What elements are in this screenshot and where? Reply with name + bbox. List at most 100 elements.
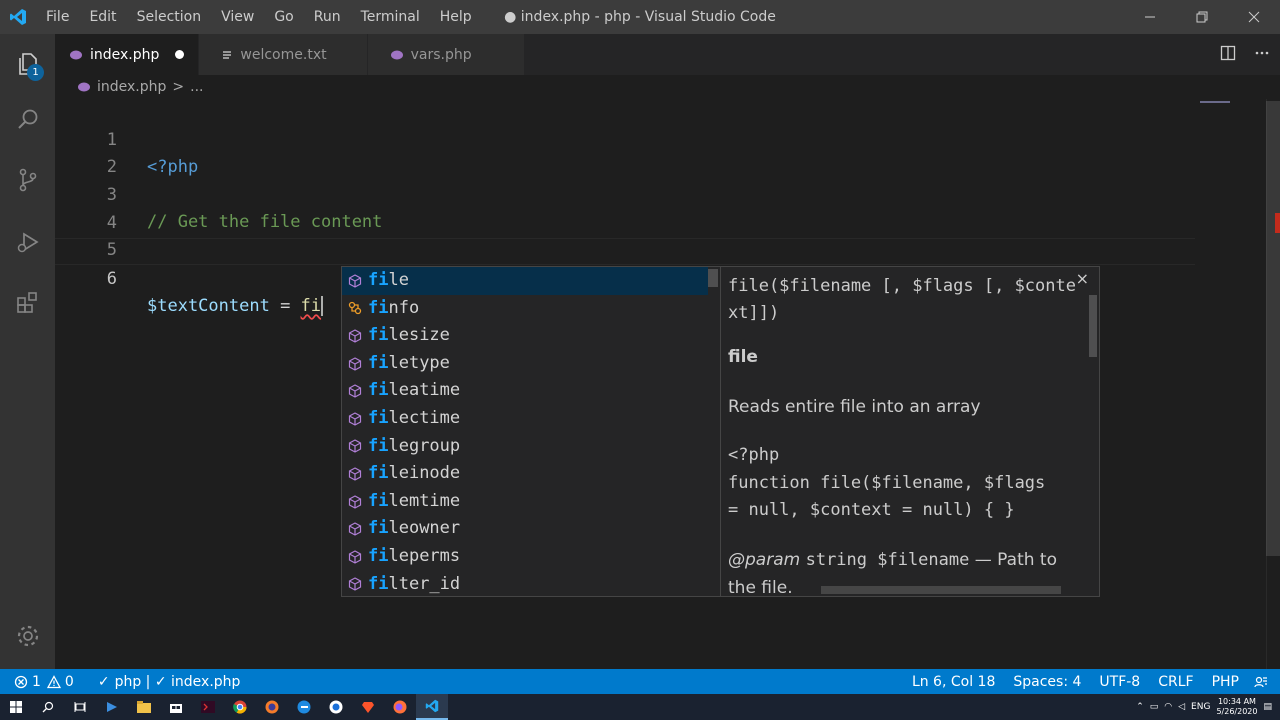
task-view-button[interactable] xyxy=(64,694,96,720)
taskbar-edge[interactable] xyxy=(288,694,320,720)
extensions-button[interactable] xyxy=(0,274,55,330)
input-language[interactable]: ENG xyxy=(1191,702,1210,712)
vscode-logo-icon xyxy=(0,0,36,34)
suggestion-item[interactable]: fileowner xyxy=(342,515,708,543)
suggestion-item[interactable]: filesize xyxy=(342,322,708,350)
search-button[interactable] xyxy=(0,92,55,148)
split-editor-button[interactable] xyxy=(1220,45,1236,65)
function-stub: <?php function file($filename, $flags = nu… xyxy=(728,442,1088,525)
suggestion-item[interactable]: filemtime xyxy=(342,488,708,516)
stub-line: <?php xyxy=(728,445,780,465)
feedback-button[interactable] xyxy=(1248,669,1280,694)
editor-scrollbar[interactable] xyxy=(1266,99,1280,669)
menu-file[interactable]: File xyxy=(36,0,79,34)
suggestion-item[interactable]: filter_id xyxy=(342,571,708,599)
menu-terminal[interactable]: Terminal xyxy=(351,0,430,34)
menu-edit[interactable]: Edit xyxy=(79,0,126,34)
scrollbar-thumb[interactable] xyxy=(1266,101,1280,556)
suggestion-item[interactable]: fileperms xyxy=(342,543,708,571)
code-line: 2 xyxy=(55,127,1195,177)
taskbar-terminal[interactable] xyxy=(192,694,224,720)
run-debug-button[interactable] xyxy=(0,214,55,270)
search-icon xyxy=(42,701,54,713)
taskbar-firefox[interactable] xyxy=(384,694,416,720)
suggestion-item[interactable]: file xyxy=(342,267,708,295)
suggestion-label: lter_id xyxy=(388,573,461,594)
tray-chevron-icon[interactable]: ⌃ xyxy=(1136,702,1144,712)
menu-help[interactable]: Help xyxy=(430,0,482,34)
split-editor-icon xyxy=(1220,45,1236,60)
language-mode[interactable]: PHP xyxy=(1203,669,1248,694)
scrollbar-thumb[interactable] xyxy=(708,269,718,287)
suggestion-item[interactable]: filegroup xyxy=(342,433,708,461)
suggestion-item[interactable]: fileatime xyxy=(342,377,708,405)
encoding[interactable]: UTF-8 xyxy=(1090,669,1149,694)
clock[interactable]: 10:34 AM 5/26/2020 xyxy=(1216,697,1257,717)
taskbar-search-button[interactable] xyxy=(32,694,64,720)
code-line: 1 <?php xyxy=(55,100,1195,177)
minimize-button[interactable] xyxy=(1124,0,1176,34)
breadcrumb-symbols[interactable]: ... xyxy=(190,79,203,95)
details-h-scrollbar[interactable] xyxy=(821,586,1061,594)
menu-selection[interactable]: Selection xyxy=(127,0,212,34)
taskbar-vscode[interactable] xyxy=(416,694,448,720)
minimap[interactable] xyxy=(1200,101,1230,103)
source-control-icon xyxy=(19,168,36,192)
taskbar-store[interactable] xyxy=(160,694,192,720)
feedback-icon xyxy=(1254,676,1267,687)
method-icon xyxy=(342,439,368,454)
taskbar-app-circle[interactable] xyxy=(320,694,352,720)
menu-view[interactable]: View xyxy=(211,0,264,34)
suggestion-item[interactable]: fileinode xyxy=(342,460,708,488)
line-ending[interactable]: CRLF xyxy=(1149,669,1202,694)
modified-dot-icon[interactable] xyxy=(175,50,185,59)
suggestion-item[interactable]: finfo xyxy=(342,295,708,323)
php-status[interactable]: ✓ php | ✓ index.php xyxy=(90,669,249,694)
tab-index-php[interactable]: index.php xyxy=(55,34,200,75)
suggestion-scrollbar[interactable] xyxy=(708,267,718,596)
close-details-button[interactable]: × xyxy=(1076,269,1089,288)
ellipsis-icon xyxy=(1255,51,1269,54)
taskbar-brave[interactable] xyxy=(352,694,384,720)
volume-icon[interactable]: ◁ xyxy=(1178,702,1185,712)
manage-button[interactable] xyxy=(0,608,55,664)
indentation[interactable]: Spaces: 4 xyxy=(1004,669,1090,694)
cursor-position[interactable]: Ln 6, Col 18 xyxy=(903,669,1004,694)
start-button[interactable] xyxy=(0,694,32,720)
taskbar-firefox-dev[interactable] xyxy=(256,694,288,720)
source-control-button[interactable] xyxy=(0,152,55,208)
menu-run[interactable]: Run xyxy=(304,0,351,34)
suggestion-match: fi xyxy=(368,325,389,346)
suggestion-match: fi xyxy=(368,546,389,566)
tab-vars-php[interactable]: vars.php xyxy=(367,34,525,75)
tab-label: vars.php xyxy=(410,46,472,63)
suggestion-item[interactable]: filetype xyxy=(342,350,708,378)
suggestion-label: lesize xyxy=(388,325,450,346)
suggestion-list: file finfo filesize filetype fileatime f… xyxy=(341,266,721,597)
tab-welcome-txt[interactable]: welcome.txt xyxy=(199,34,368,75)
activity-bar: 1 xyxy=(0,34,55,669)
suggestion-match: fi xyxy=(368,380,389,401)
network-icon[interactable]: ◠ xyxy=(1164,702,1172,712)
menu-go[interactable]: Go xyxy=(264,0,303,34)
typed-token: fi xyxy=(300,296,322,316)
restore-button[interactable] xyxy=(1176,0,1228,34)
more-actions-button[interactable] xyxy=(1254,45,1270,65)
warning-icon xyxy=(46,674,61,688)
close-window-button[interactable] xyxy=(1228,0,1280,34)
explorer-button[interactable]: 1 xyxy=(0,36,55,92)
suggestion-item[interactable]: filectime xyxy=(342,405,708,433)
breadcrumb-file[interactable]: index.php xyxy=(97,79,166,95)
problems-indicator[interactable]: 1 0 xyxy=(0,669,82,694)
method-icon xyxy=(342,356,368,371)
tray-app-icon[interactable]: ▭ xyxy=(1150,702,1159,712)
taskbar-file-explorer[interactable] xyxy=(128,694,160,720)
taskbar-chrome[interactable] xyxy=(224,694,256,720)
param-type: string $filename xyxy=(805,550,970,570)
check-icon: ✓ xyxy=(97,673,110,690)
windows-logo-icon xyxy=(10,701,22,713)
notifications-icon[interactable]: ▤ xyxy=(1263,702,1272,712)
details-scrollbar[interactable] xyxy=(1089,295,1097,357)
method-icon xyxy=(342,494,368,509)
taskbar-app[interactable] xyxy=(96,694,128,720)
